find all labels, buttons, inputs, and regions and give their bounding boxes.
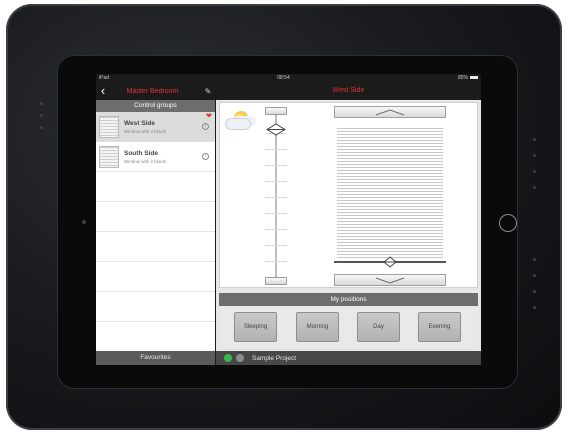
decor-dot	[533, 274, 536, 277]
chevron-right-icon[interactable]: ›	[202, 153, 209, 160]
my-positions-header: My positions	[219, 293, 478, 306]
slat-slider-top-cap[interactable]	[265, 107, 287, 115]
group-row-west-side[interactable]: West Side Window with 3 blinds › ❤	[96, 112, 215, 142]
slider-tick	[265, 149, 287, 150]
chevron-left-icon[interactable]: ‹	[96, 82, 110, 100]
slat-slider-bottom-cap[interactable]	[265, 277, 287, 285]
slider-tick	[265, 261, 287, 262]
left-panel: ‹ Master Bedroom ✎ Control groups West S…	[96, 82, 215, 365]
blind-up-button[interactable]	[334, 106, 446, 118]
position-button-sleeping[interactable]: Sleeping	[234, 312, 277, 342]
group-text: West Side Window with 3 blinds	[124, 120, 202, 134]
left-header: ‹ Master Bedroom ✎	[96, 82, 215, 100]
cloud-shape	[225, 118, 251, 130]
decor-dot	[40, 102, 43, 105]
empty-list-row	[96, 202, 215, 232]
chevron-right-icon[interactable]: ›	[202, 123, 209, 130]
online-status-icon	[224, 354, 232, 362]
camera	[82, 220, 86, 224]
battery-icon	[469, 76, 478, 80]
decor-dot	[533, 186, 536, 189]
empty-list-row	[96, 322, 215, 352]
project-bar[interactable]: Sample Project	[216, 351, 481, 365]
decor-dot	[533, 258, 536, 261]
status-time: 08:54	[277, 75, 290, 81]
empty-list-row	[96, 292, 215, 322]
blind-thumbnail	[99, 145, 119, 168]
blind-slats	[337, 126, 443, 258]
chevron-up-icon	[375, 108, 405, 115]
group-text: South Side Window with 2 blinds	[124, 150, 202, 164]
empty-list-row	[96, 172, 215, 202]
pencil-icon[interactable]: ✎	[201, 87, 215, 96]
positions-panel: Sleeping Morning Day Evening	[219, 306, 478, 349]
group-name: West Side	[124, 119, 155, 127]
group-row-south-side[interactable]: South Side Window with 2 blinds ›	[96, 142, 215, 172]
decor-dot	[533, 290, 536, 293]
position-button-evening[interactable]: Evening	[418, 312, 461, 342]
empty-list-row	[96, 262, 215, 292]
decor-dot	[533, 138, 536, 141]
slat-angle-handle[interactable]	[266, 123, 286, 136]
project-name: Sample Project	[252, 354, 297, 362]
sun-cloud-icon	[224, 109, 254, 131]
blind-position-handle[interactable]	[383, 256, 397, 268]
group-description: Window with 3 blinds	[124, 128, 167, 134]
slider-tick	[265, 197, 287, 198]
position-button-day[interactable]: Day	[357, 312, 400, 342]
decor-dot	[533, 306, 536, 309]
decor-dot	[40, 114, 43, 117]
room-title: Master Bedroom	[126, 87, 179, 95]
empty-list-row	[96, 232, 215, 262]
control-groups-header: Control groups	[96, 100, 215, 112]
blind-control-area	[219, 102, 478, 288]
status-carrier: iPad	[99, 75, 110, 81]
slider-tick	[265, 229, 287, 230]
blind-down-button[interactable]	[334, 274, 446, 286]
favourites-tab[interactable]: Favourites	[96, 351, 215, 365]
decor-dot	[40, 126, 43, 129]
chevron-down-icon	[375, 277, 405, 284]
group-name: South Side	[124, 149, 158, 157]
group-description: Window with 2 blinds	[124, 158, 167, 164]
blind-thumbnail	[99, 115, 119, 138]
battery-percent: 85%	[457, 75, 468, 81]
app-screen: iPad 08:54 85% ‹ Master Bedroom ✎ Contro…	[96, 74, 481, 365]
decor-dot	[533, 170, 536, 173]
decor-dot	[533, 154, 536, 157]
slider-tick	[265, 213, 287, 214]
slider-tick	[265, 245, 287, 246]
position-button-morning[interactable]: Morning	[296, 312, 339, 342]
offline-status-icon	[236, 354, 244, 362]
group-title: West Side	[216, 82, 481, 100]
status-bar: iPad 08:54 85%	[96, 74, 481, 82]
slider-tick	[265, 165, 287, 166]
heart-icon: ❤	[206, 113, 212, 120]
right-panel: West Side My positions Sleeping Morning …	[216, 82, 481, 365]
status-battery: 85%	[458, 75, 478, 81]
slider-tick	[265, 181, 287, 182]
home-button[interactable]	[499, 214, 517, 232]
